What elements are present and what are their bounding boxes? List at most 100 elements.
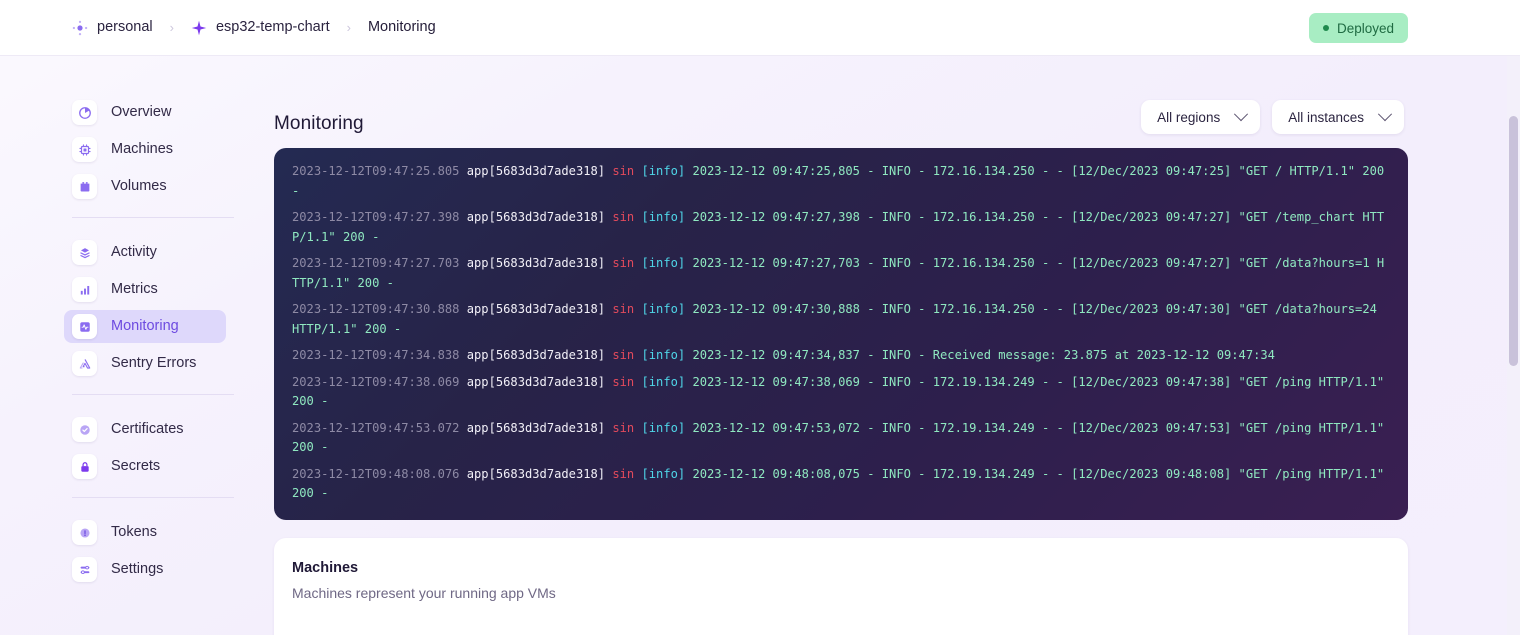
breadcrumb-separator-2: › bbox=[346, 20, 351, 35]
breadcrumb: personal › esp32-temp-chart › Monitoring bbox=[72, 20, 436, 36]
log-level: [info] bbox=[634, 256, 686, 270]
sentry-icon bbox=[72, 351, 97, 376]
sidebar-item-label: Monitoring bbox=[111, 318, 179, 335]
log-line: 2023-12-12T09:47:27.398 app[5683d3d7ade3… bbox=[292, 208, 1390, 247]
sidebar-group-resources: Overview Machines Volumes bbox=[0, 96, 272, 203]
breadcrumb-current-label: Monitoring bbox=[367, 19, 436, 36]
sidebar-item-overview[interactable]: Overview bbox=[64, 96, 226, 129]
status-badge[interactable]: Deployed bbox=[1308, 13, 1408, 43]
database-icon bbox=[72, 174, 97, 199]
sidebar-item-certificates[interactable]: Certificates bbox=[64, 413, 226, 446]
log-region: sin bbox=[605, 256, 635, 270]
log-panel[interactable]: 2023-12-12T09:47:25.805 app[5683d3d7ade3… bbox=[274, 148, 1408, 520]
log-app-id: app[5683d3d7ade318] bbox=[459, 164, 606, 178]
log-app-id: app[5683d3d7ade318] bbox=[459, 256, 606, 270]
page-title: Monitoring bbox=[274, 113, 364, 134]
machines-card: Machines Machines represent your running… bbox=[274, 538, 1408, 635]
log-region: sin bbox=[605, 348, 635, 362]
sidebar-item-label: Sentry Errors bbox=[111, 355, 197, 372]
log-app-id: app[5683d3d7ade318] bbox=[459, 374, 606, 389]
chevron-down-icon bbox=[1377, 107, 1393, 122]
log-level: [info] bbox=[634, 466, 686, 481]
log-region: sin bbox=[605, 466, 635, 481]
breadcrumb-item-org[interactable]: personal bbox=[72, 20, 153, 36]
all-regions-dropdown[interactable]: All regions bbox=[1141, 100, 1261, 134]
key-icon bbox=[72, 520, 97, 545]
org-icon bbox=[72, 20, 88, 36]
log-timestamp: 2023-12-12T09:47:30.888 bbox=[292, 302, 460, 316]
log-message: 2023-12-12 09:47:34,837 - INFO - Receive… bbox=[685, 348, 1275, 362]
sidebar: Overview Machines Volumes Activity Metri… bbox=[0, 56, 272, 635]
filter-toolbar: All regions All instances bbox=[1141, 100, 1404, 134]
log-level: [info] bbox=[634, 302, 686, 316]
sidebar-item-sentry-errors[interactable]: Sentry Errors bbox=[64, 347, 226, 380]
log-level: [info] bbox=[634, 348, 686, 362]
sidebar-divider-2 bbox=[72, 394, 234, 395]
log-region: sin bbox=[605, 420, 635, 435]
log-app-id: app[5683d3d7ade318] bbox=[459, 420, 606, 435]
sidebar-group-security: Certificates Secrets bbox=[0, 413, 272, 483]
status-badge-label: Deployed bbox=[1336, 20, 1394, 36]
sidebar-item-settings[interactable]: Settings bbox=[64, 553, 226, 586]
log-region: sin bbox=[605, 302, 635, 316]
sidebar-item-activity[interactable]: Activity bbox=[64, 236, 226, 269]
sidebar-item-label: Certificates bbox=[111, 421, 184, 438]
sidebar-divider-1 bbox=[72, 217, 234, 218]
sidebar-item-tokens[interactable]: Tokens bbox=[64, 516, 226, 549]
log-line: 2023-12-12T09:47:34.838 app[5683d3d7ade3… bbox=[292, 346, 1390, 366]
all-instances-dropdown[interactable]: All instances bbox=[1272, 100, 1404, 134]
main-content: Monitoring All regions All instances 202… bbox=[272, 56, 1520, 635]
sliders-icon bbox=[72, 557, 97, 582]
breadcrumb-item-app[interactable]: esp32-temp-chart bbox=[191, 20, 330, 36]
pie-chart-icon bbox=[72, 100, 97, 125]
sidebar-item-metrics[interactable]: Metrics bbox=[64, 273, 226, 306]
layers-icon bbox=[72, 240, 97, 265]
sidebar-item-monitoring[interactable]: Monitoring bbox=[64, 310, 226, 343]
bar-chart-icon bbox=[72, 277, 97, 302]
log-line: 2023-12-12T09:47:30.888 app[5683d3d7ade3… bbox=[292, 300, 1390, 339]
sidebar-item-label: Machines bbox=[111, 141, 174, 158]
check-badge-icon bbox=[72, 417, 97, 442]
sidebar-item-label: Volumes bbox=[111, 178, 167, 195]
sidebar-item-label: Metrics bbox=[111, 281, 158, 298]
app-root: personal › esp32-temp-chart › Monitoring… bbox=[0, 0, 1520, 635]
log-level: [info] bbox=[634, 420, 686, 435]
sidebar-divider-3 bbox=[72, 497, 234, 498]
page-scrollbar-thumb[interactable] bbox=[1509, 116, 1518, 366]
log-timestamp: 2023-12-12T09:47:27.703 bbox=[292, 256, 460, 270]
sidebar-item-volumes[interactable]: Volumes bbox=[64, 170, 226, 203]
page-scrollbar-track[interactable] bbox=[1507, 56, 1520, 635]
sidebar-item-label: Overview bbox=[111, 104, 172, 121]
all-regions-label: All regions bbox=[1157, 109, 1221, 125]
log-region: sin bbox=[605, 374, 635, 389]
log-region: sin bbox=[605, 210, 635, 224]
log-line: 2023-12-12T09:47:38.069 app[5683d3d7ade3… bbox=[292, 373, 1390, 412]
chevron-down-icon bbox=[1234, 107, 1249, 122]
machines-card-title: Machines bbox=[292, 560, 359, 576]
pulse-wave-icon bbox=[72, 314, 97, 339]
log-timestamp: 2023-12-12T09:47:34.838 bbox=[292, 348, 460, 362]
log-level: [info] bbox=[634, 164, 686, 178]
log-app-id: app[5683d3d7ade318] bbox=[459, 348, 606, 362]
log-line: 2023-12-12T09:48:08.076 app[5683d3d7ade3… bbox=[292, 465, 1390, 504]
breadcrumb-item-current[interactable]: Monitoring bbox=[368, 20, 436, 35]
log-line: 2023-12-12T09:47:27.703 app[5683d3d7ade3… bbox=[292, 254, 1390, 293]
machines-card-subtitle: Machines represent your running app VMs bbox=[292, 585, 556, 601]
sidebar-group-observability: Activity Metrics Monitoring Sentry Error… bbox=[0, 236, 272, 380]
log-timestamp: 2023-12-12T09:47:53.072 bbox=[292, 420, 460, 435]
log-timestamp: 2023-12-12T09:47:38.069 bbox=[292, 374, 460, 389]
sidebar-item-secrets[interactable]: Secrets bbox=[64, 450, 226, 483]
log-level: [info] bbox=[634, 210, 686, 224]
status-dot-icon bbox=[1322, 25, 1329, 31]
log-timestamp: 2023-12-12T09:47:27.398 bbox=[292, 210, 460, 224]
breadcrumb-org-label: personal bbox=[97, 19, 153, 36]
sidebar-item-machines[interactable]: Machines bbox=[64, 133, 226, 166]
log-app-id: app[5683d3d7ade318] bbox=[459, 302, 606, 316]
breadcrumb-app-label: esp32-temp-chart bbox=[215, 19, 330, 36]
sidebar-item-label: Settings bbox=[111, 561, 164, 578]
sidebar-group-account: Tokens Settings bbox=[0, 516, 272, 586]
sidebar-item-label: Secrets bbox=[111, 458, 161, 475]
app-sparkle-icon bbox=[191, 20, 207, 36]
log-region: sin bbox=[605, 164, 635, 178]
log-level: [info] bbox=[634, 374, 686, 389]
